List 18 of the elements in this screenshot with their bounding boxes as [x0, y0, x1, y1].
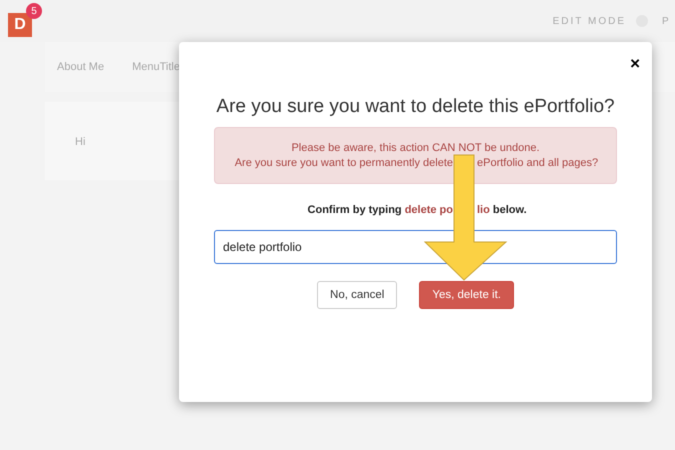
edit-mode-label: EDIT MODE — [552, 16, 626, 26]
nav-item[interactable]: About Me — [57, 61, 104, 73]
delete-button[interactable]: Yes, delete it. — [419, 281, 514, 309]
cancel-button[interactable]: No, cancel — [317, 281, 398, 309]
warning-question: Are you sure you want to permanently delete — [234, 157, 453, 169]
confirm-phrase: delete po — [404, 204, 453, 216]
confirm-text: Confirm by typing — [308, 204, 402, 216]
logo[interactable]: D — [8, 13, 32, 37]
confirm-text-end: below. — [492, 204, 527, 216]
header-link[interactable]: P — [662, 16, 671, 26]
close-button[interactable]: × — [628, 55, 642, 72]
notification-badge: 5 — [26, 3, 42, 19]
warning-question-end: ePortfolio and all pages? — [477, 157, 600, 169]
confirm-phrase-end: lio — [477, 204, 490, 216]
nav-item[interactable]: MenuTitle — [132, 61, 180, 73]
warning-text: Please be aware, this action CAN NOT be undone. — [291, 142, 540, 154]
page-text: Hi — [75, 136, 86, 148]
dialog-title: Are you sure you want to delete this ePortfolio? — [216, 96, 615, 118]
